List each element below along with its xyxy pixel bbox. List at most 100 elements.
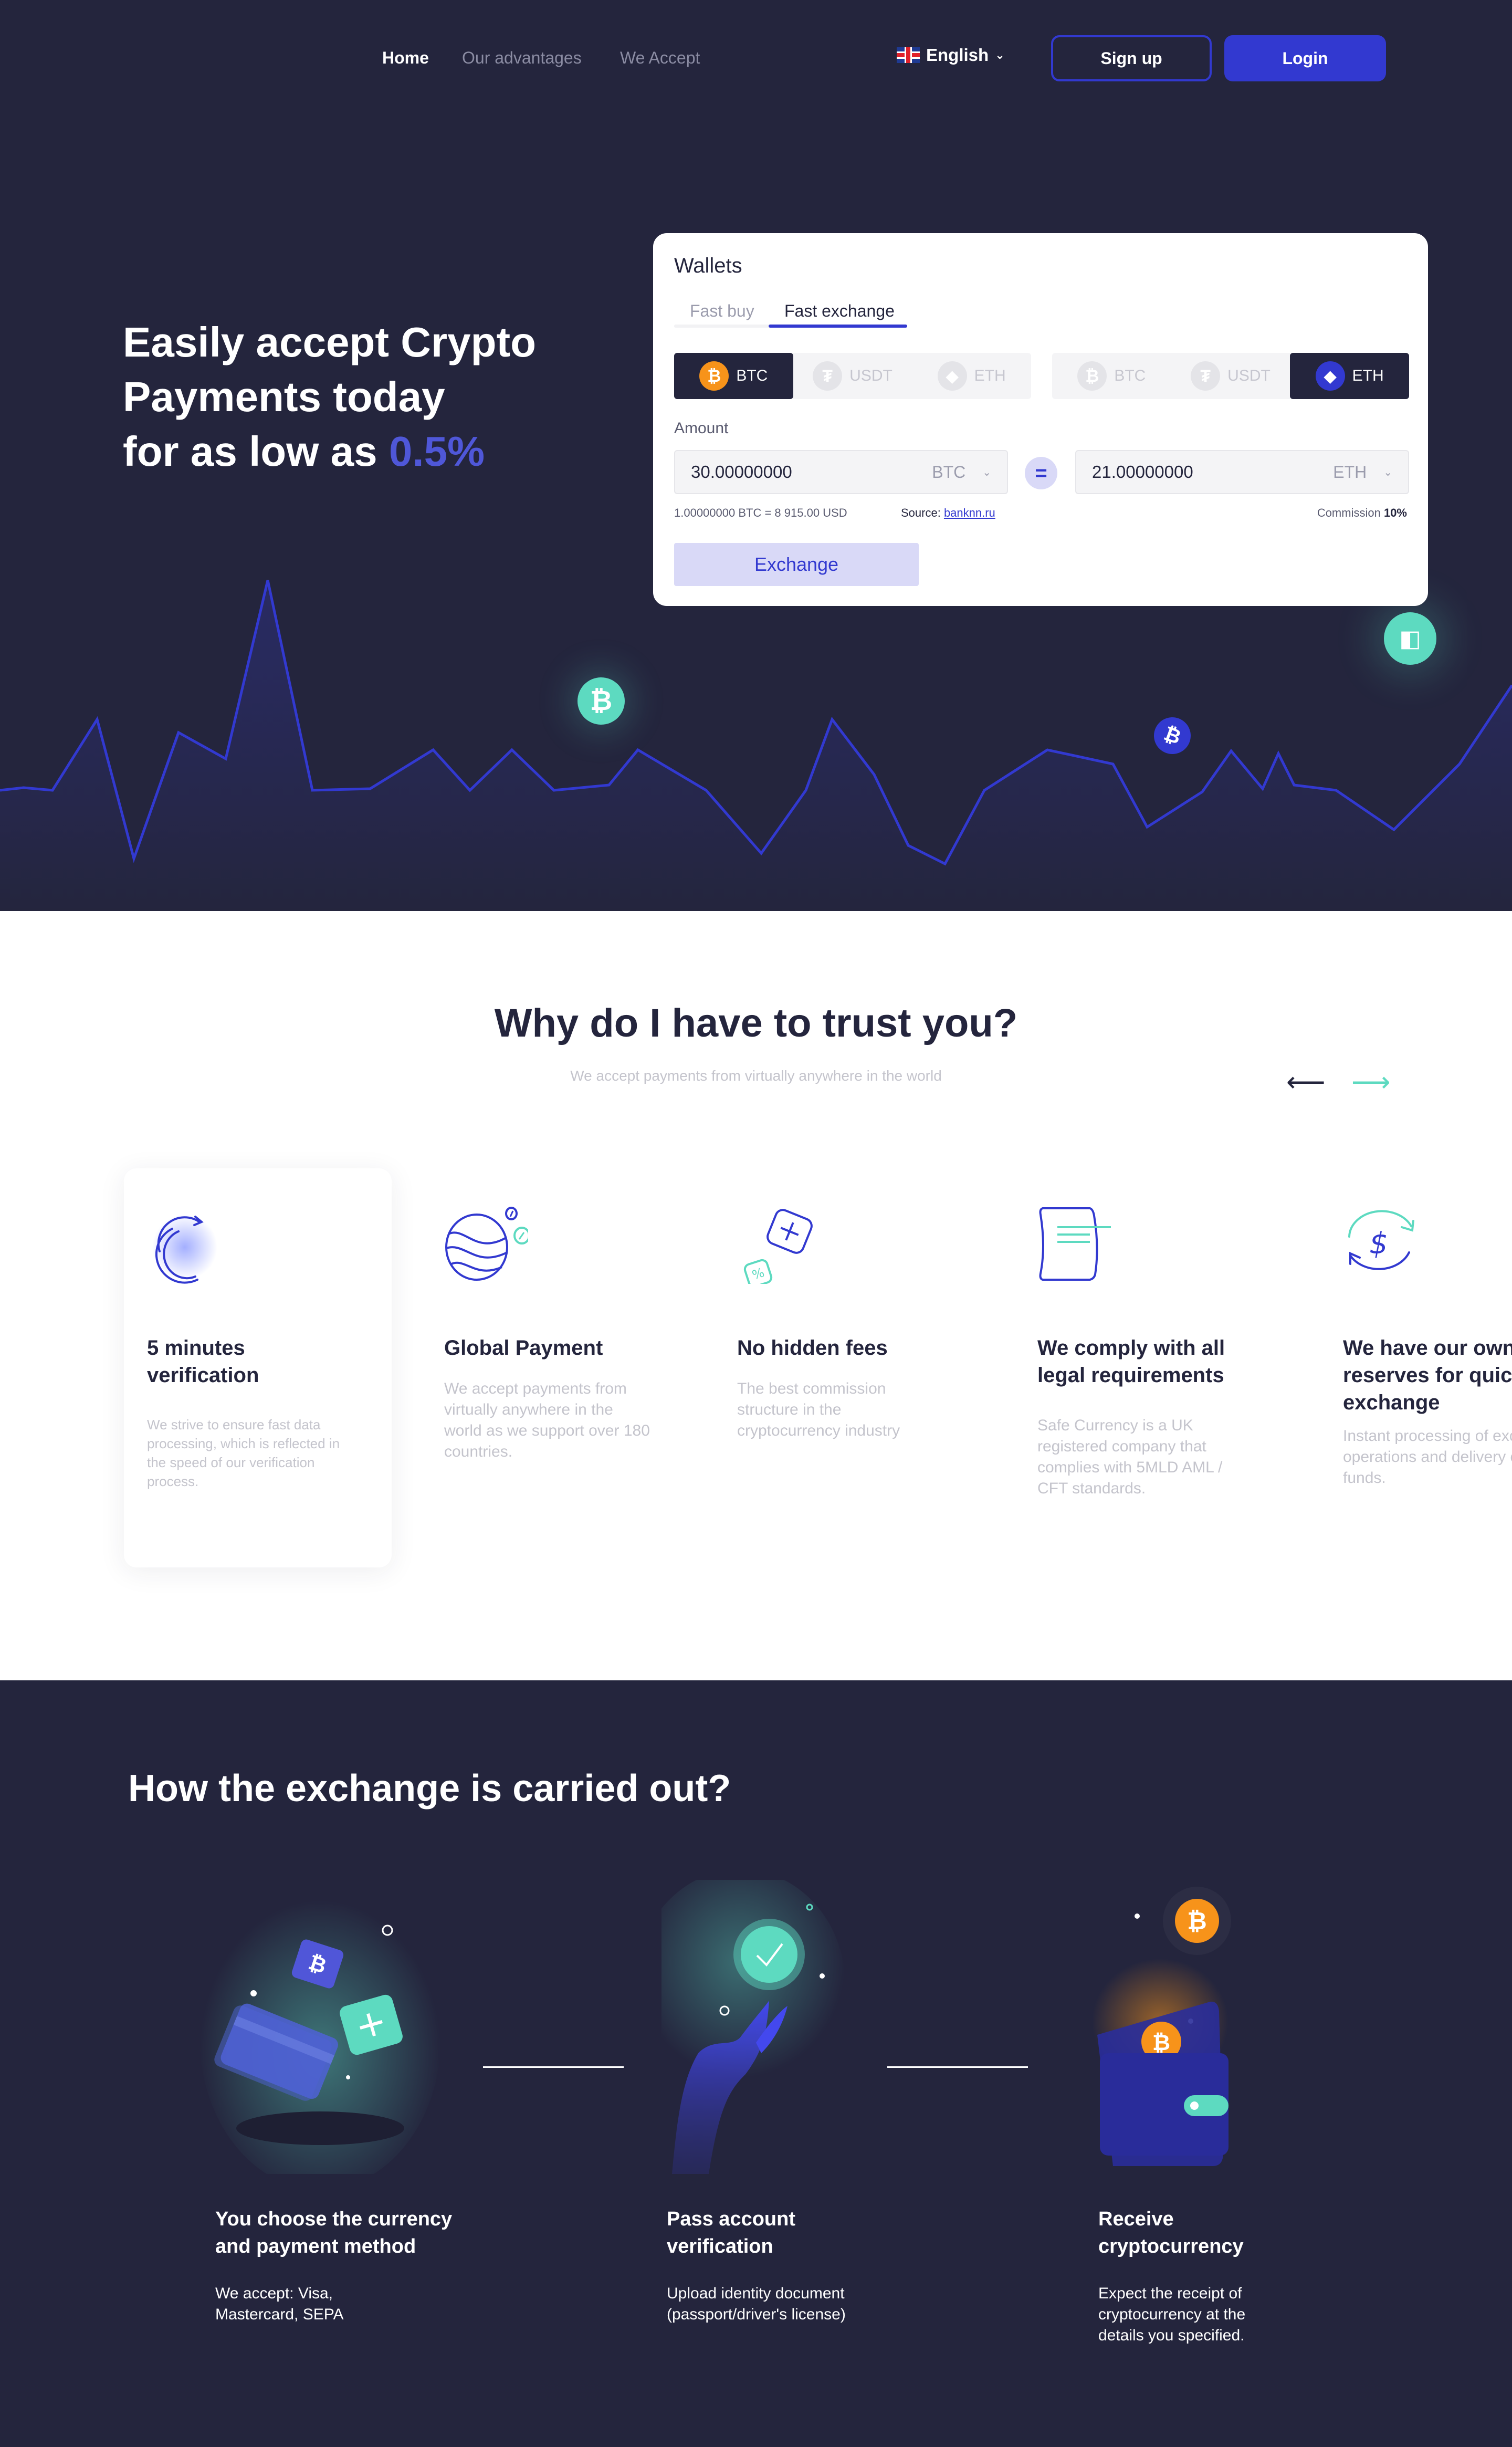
currency-label: ETH xyxy=(1352,367,1384,384)
source-link[interactable]: banknn.ru xyxy=(944,506,995,519)
verification-hand-illustration xyxy=(662,1880,845,2174)
svg-text:%: % xyxy=(750,1265,766,1283)
to-unit-label[interactable]: ETH xyxy=(1333,463,1367,482)
step-connector-line xyxy=(887,2066,1028,2068)
tether-icon: ₮ xyxy=(1191,361,1221,391)
feature-title: We have our own reserves for quick excha… xyxy=(1343,1336,1512,1414)
chevron-down-icon[interactable]: ⌄ xyxy=(1383,466,1392,479)
trust-section: Why do I have to trust you? We accept pa… xyxy=(0,911,1512,1680)
currency-exchange-icon: $ xyxy=(1348,1210,1414,1270)
feature-desc: Safe Currency is a UK registered company… xyxy=(1037,1417,1223,1497)
trust-title: Why do I have to trust you? xyxy=(494,1001,1018,1045)
bitcoin-coin-icon: ₿ xyxy=(578,677,625,725)
feature-title: We comply with all legal requirements xyxy=(1037,1336,1225,1387)
crypto-wallet-illustration: ₿ ₿ xyxy=(1092,1887,1231,2166)
language-selector[interactable]: English ⌄ xyxy=(897,45,1005,65)
exchange-button[interactable]: Exchange xyxy=(674,543,919,586)
from-amount-input[interactable] xyxy=(691,462,932,482)
source-label: Source: xyxy=(901,506,944,519)
chevron-down-icon[interactable]: ⌄ xyxy=(982,466,991,479)
document-icon xyxy=(1039,1207,1111,1281)
bitcoin-icon: ₿ xyxy=(1077,361,1107,391)
to-amount-field: ETH ⌄ xyxy=(1075,450,1409,494)
hero-rate-accent: 0.5% xyxy=(388,428,485,475)
to-amount-input[interactable] xyxy=(1092,462,1334,482)
ethereum-icon: ◆ xyxy=(937,361,967,391)
to-currency-btc[interactable]: ₿ BTC xyxy=(1052,353,1171,399)
rate-source: Source: banknn.ru xyxy=(901,506,995,520)
carousel-next-arrow-icon[interactable]: ⟶ xyxy=(1351,1069,1391,1096)
chevron-down-icon: ⌄ xyxy=(995,48,1005,61)
calculator-fees-icon: % xyxy=(743,1209,813,1284)
top-nav: Home Our advantages We Accept English ⌄ … xyxy=(0,0,1512,121)
tab-active-indicator xyxy=(769,325,907,328)
to-currency-selector: ₿ BTC ₮ USDT ◆ ETH xyxy=(1052,353,1410,399)
equals-icon: = xyxy=(1025,457,1057,489)
hero-title: Easily accept Crypto Payments today for … xyxy=(123,315,648,479)
from-currency-selector: ₿ BTC ₮ USDT ◆ ETH xyxy=(674,353,1031,399)
currency-label: BTC xyxy=(1114,367,1146,384)
login-button[interactable]: Login xyxy=(1224,35,1386,81)
svg-text:₿: ₿ xyxy=(1152,2030,1170,2055)
nav-link-home[interactable]: Home xyxy=(382,48,429,68)
signup-button[interactable]: Sign up xyxy=(1051,35,1212,81)
step-desc: Expect the receipt of cryptocurrency at … xyxy=(1098,2285,1246,2344)
commission-label: Commission xyxy=(1317,506,1384,519)
feature-card-verification[interactable]: 5 minutes verification We strive to ensu… xyxy=(124,1168,392,1567)
feature-own-reserves[interactable]: $ We have our own reserves for quick exc… xyxy=(1320,1168,1512,1567)
currency-label: USDT xyxy=(1227,367,1270,384)
trust-subtitle: We accept payments from virtually anywhe… xyxy=(570,1068,942,1084)
language-label: English xyxy=(926,45,989,65)
from-amount-field: BTC ⌄ xyxy=(674,450,1008,494)
step-title: Pass account verification xyxy=(667,2208,795,2257)
wallet-widget: Wallets Fast buy Fast exchange ₿ BTC ₮ U… xyxy=(653,233,1428,606)
hero-title-line3: for as low as xyxy=(123,428,389,475)
ethereum-icon: ◆ xyxy=(1315,361,1345,391)
payment-cards-illustration: ₿ xyxy=(200,1885,441,2174)
how-it-works-section: How the exchange is carried out? ₿ ₿ ₿ Y… xyxy=(0,1680,1512,2447)
from-currency-btc[interactable]: ₿ BTC xyxy=(674,353,793,399)
exchange-rate-text: 1.00000000 BTC = 8 915.00 USD xyxy=(674,506,847,519)
from-currency-eth[interactable]: ◆ ETH xyxy=(912,353,1031,399)
hero-section: ₿ ₿ ◧ Home Our advantages We Accept Engl… xyxy=(0,0,1512,911)
feature-title: 5 minutes verification xyxy=(147,1336,259,1387)
feature-legal-compliance[interactable]: We comply with all legal requirements Sa… xyxy=(1014,1168,1256,1567)
feature-desc: Instant processing of exchange operation… xyxy=(1343,1427,1512,1487)
hero-title-line1: Easily accept Crypto xyxy=(123,319,536,365)
commission-value: 10% xyxy=(1383,506,1407,519)
currency-label: USDT xyxy=(849,367,892,384)
tab-fast-buy[interactable]: Fast buy xyxy=(690,301,754,321)
feature-title: No hidden fees xyxy=(737,1336,888,1360)
wallet-title: Wallets xyxy=(674,254,742,277)
svg-text:₿: ₿ xyxy=(1187,1907,1207,1935)
step-title: You choose the currency and payment meth… xyxy=(215,2208,453,2257)
hero-title-line2: Payments today xyxy=(123,373,445,420)
amount-label: Amount xyxy=(674,420,729,437)
bitcoin-icon: ₿ xyxy=(699,361,729,391)
from-currency-usdt[interactable]: ₮ USDT xyxy=(793,353,912,399)
nav-link-advantages[interactable]: Our advantages xyxy=(462,48,582,68)
tab-fast-exchange[interactable]: Fast exchange xyxy=(784,301,895,321)
how-title: How the exchange is carried out? xyxy=(128,1768,731,1810)
currency-label: BTC xyxy=(736,367,768,384)
to-currency-eth[interactable]: ◆ ETH xyxy=(1290,353,1410,399)
feature-desc: We strive to ensure fast data processing… xyxy=(147,1417,340,1489)
crypto-coin-icon: ◧ xyxy=(1384,612,1436,665)
to-currency-usdt[interactable]: ₮ USDT xyxy=(1171,353,1290,399)
svg-text:$: $ xyxy=(1369,1227,1388,1261)
globe-icon xyxy=(445,1207,528,1281)
feature-no-hidden-fees[interactable]: % No hidden fees The best commission str… xyxy=(714,1168,956,1567)
uk-flag-icon xyxy=(897,47,920,63)
commission-text: Commission 10% xyxy=(1317,506,1407,520)
step-connector-line xyxy=(483,2066,624,2068)
feature-global-payment[interactable]: Global Payment We accept payments from v… xyxy=(421,1168,663,1567)
nav-link-we-accept[interactable]: We Accept xyxy=(620,48,700,68)
step-desc: Upload identity document (passport/drive… xyxy=(667,2285,846,2323)
feature-desc: We accept payments from virtually anywhe… xyxy=(444,1380,650,1460)
wallet-tabs: Fast buy Fast exchange xyxy=(674,301,907,328)
from-unit-label[interactable]: BTC xyxy=(932,463,965,482)
step-title: Receive cryptocurrency xyxy=(1098,2208,1244,2257)
feature-desc: The best commission structure in the cry… xyxy=(737,1380,900,1439)
feature-title: Global Payment xyxy=(444,1336,603,1360)
carousel-prev-arrow-icon[interactable]: ⟵ xyxy=(1286,1069,1326,1096)
